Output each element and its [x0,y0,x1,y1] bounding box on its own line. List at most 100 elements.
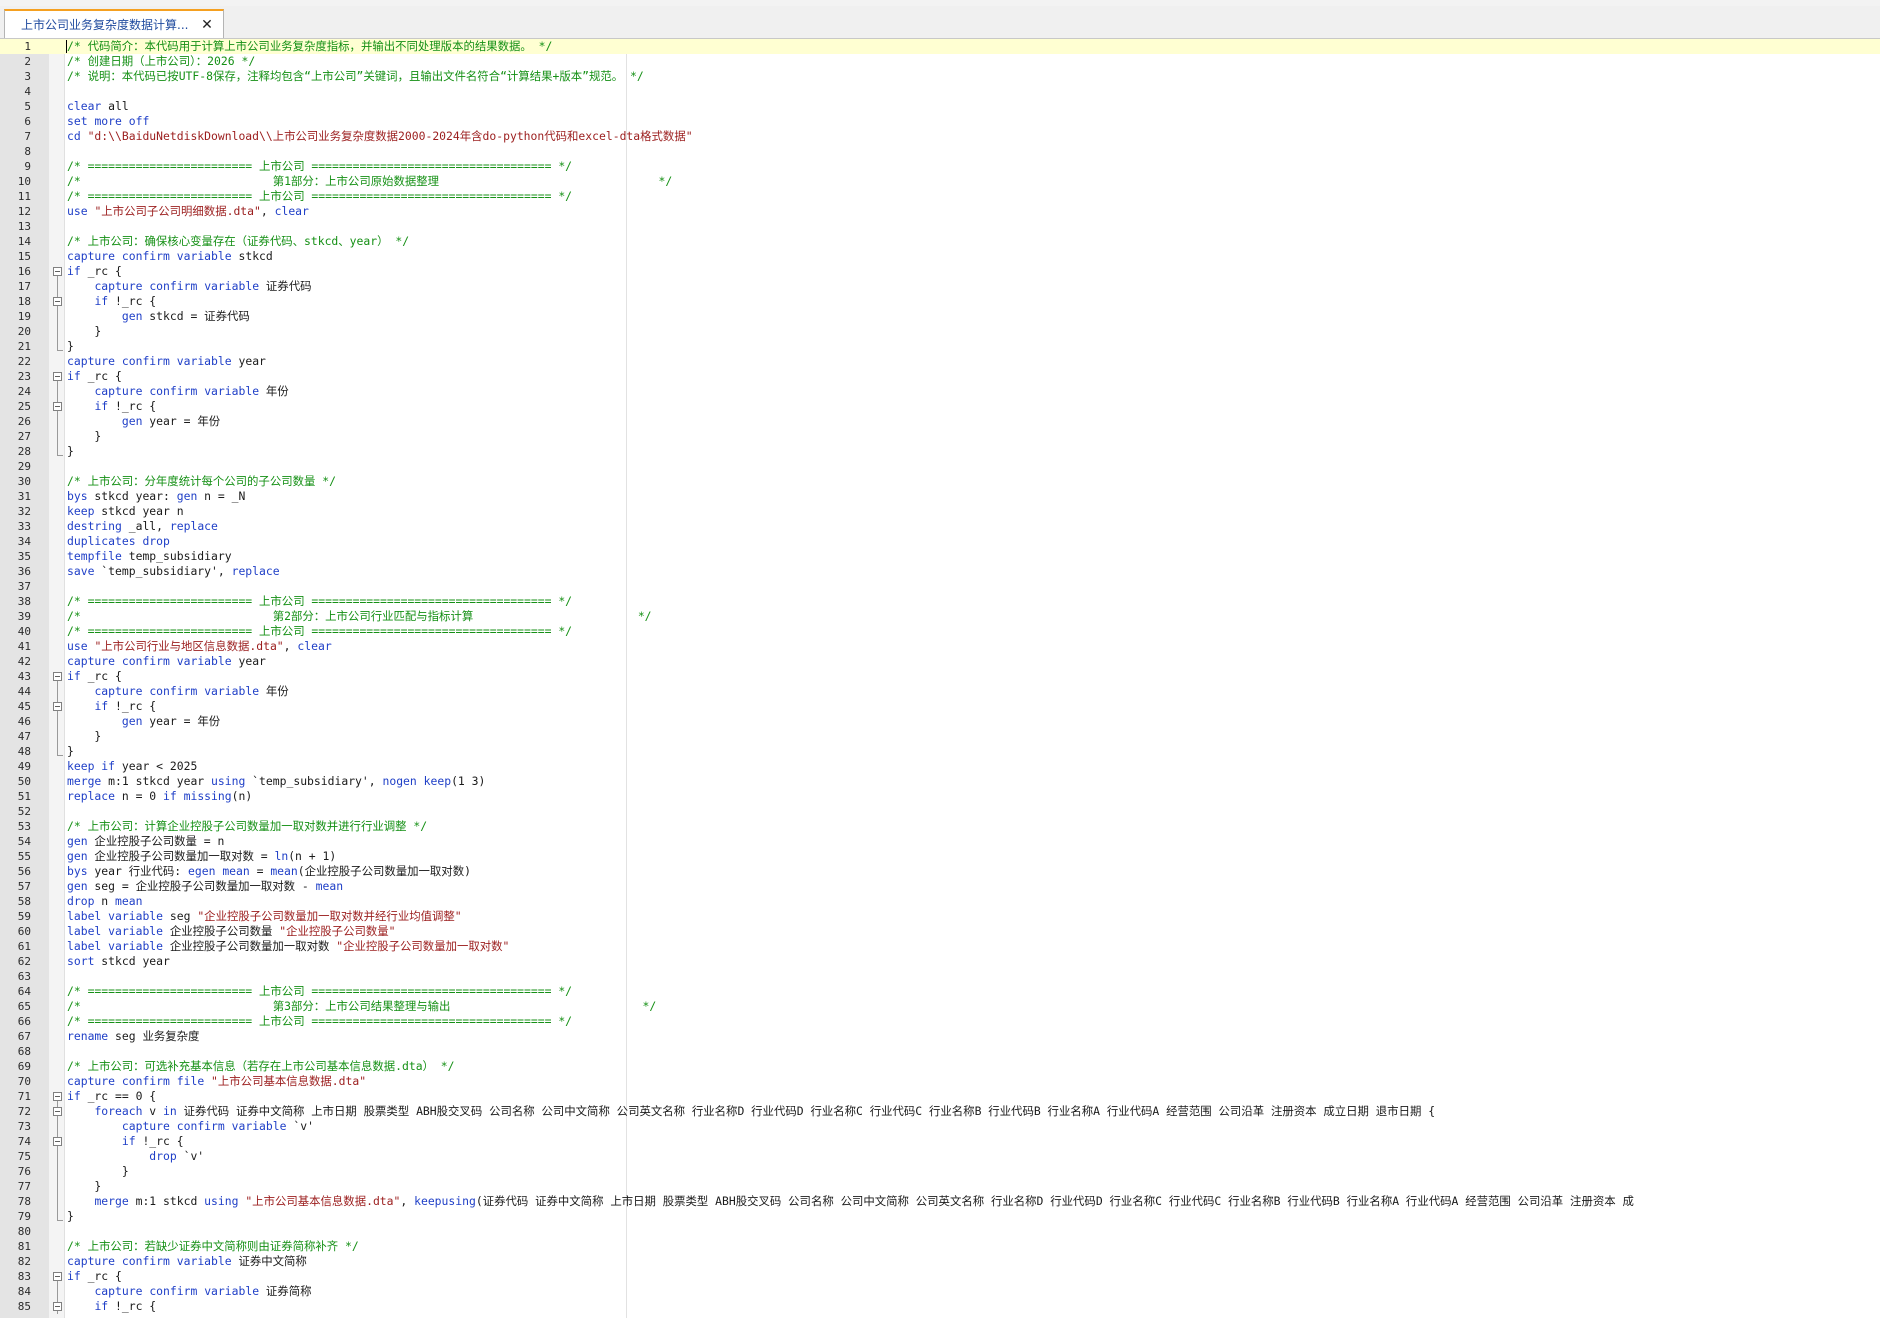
fold-toggle-icon[interactable] [53,372,62,381]
code-line[interactable]: 36 save `temp_subsidiary', replace [0,564,1880,579]
code-line[interactable]: 80 [0,1224,1880,1239]
code-line[interactable]: 29 [0,459,1880,474]
fold-toggle-icon[interactable] [53,1302,62,1311]
code-line[interactable]: 64 /* ======================== 上市公司 =====… [0,984,1880,999]
code-line[interactable]: 49 keep if year < 2025 [0,759,1880,774]
code-line[interactable]: 77 } [0,1179,1880,1194]
code-line[interactable]: 19 gen stkcd = 证券代码 [0,309,1880,324]
code-line[interactable]: 71 if _rc == 0 { [0,1089,1880,1104]
code-line[interactable]: 34 duplicates drop [0,534,1880,549]
code-line[interactable]: 32 keep stkcd year n [0,504,1880,519]
code-line[interactable]: 41 use "上市公司行业与地区信息数据.dta", clear [0,639,1880,654]
fold-toggle-icon[interactable] [53,1272,62,1281]
code-line[interactable]: 10 /* 第1部分：上市公司原始数据整理 */ [0,174,1880,189]
code-line[interactable]: 27 } [0,429,1880,444]
code-line[interactable]: 79} [0,1209,1880,1224]
code-line[interactable]: 15 capture confirm variable stkcd [0,249,1880,264]
code-line[interactable]: 66 /* ======================== 上市公司 =====… [0,1014,1880,1029]
code-line[interactable]: 51 replace n = 0 if missing(n) [0,789,1880,804]
code-line[interactable]: 52 [0,804,1880,819]
code-line[interactable]: 67 rename seg 业务复杂度 [0,1029,1880,1044]
fold-toggle-icon[interactable] [53,672,62,681]
code-line[interactable]: 60 label variable 企业控股子公司数量 "企业控股子公司数量" [0,924,1880,939]
code-line[interactable]: 56 bys year 行业代码: egen mean = mean(企业控股子公… [0,864,1880,879]
code-line[interactable]: 33 destring _all, replace [0,519,1880,534]
code-line[interactable]: 23 if _rc { [0,369,1880,384]
code-line[interactable]: 72 foreach v in 证券代码 证券中文简称 上市日期 股票类型 AB… [0,1104,1880,1119]
code-line[interactable]: 5 clear all [0,99,1880,114]
close-icon[interactable]: ✕ [199,17,215,33]
code-line[interactable]: 16 if _rc { [0,264,1880,279]
code-line[interactable]: 70 capture confirm file "上市公司基本信息数据.dta" [0,1074,1880,1089]
code-line[interactable]: 35 tempfile temp_subsidiary [0,549,1880,564]
code-line[interactable]: 55 gen 企业控股子公司数量加一取对数 = ln(n + 1) [0,849,1880,864]
fold-toggle-icon[interactable] [53,402,62,411]
code-line[interactable]: 6 set more off [0,114,1880,129]
code-line[interactable]: 37 [0,579,1880,594]
code-text: label variable seg "企业控股子公司数量加一取对数并经行业均值… [67,909,462,923]
code-line[interactable]: 11 /* ======================== 上市公司 =====… [0,189,1880,204]
code-line[interactable]: 69 /* 上市公司：可选补充基本信息（若存在上市公司基本信息数据.dta） */ [0,1059,1880,1074]
fold-toggle-icon[interactable] [53,1107,62,1116]
code-line[interactable]: 75 drop `v' [0,1149,1880,1164]
fold-toggle-icon[interactable] [53,702,62,711]
code-line[interactable]: 54 gen 企业控股子公司数量 = n [0,834,1880,849]
code-line[interactable]: 65 /* 第3部分：上市公司结果整理与输出 */ [0,999,1880,1014]
code-line[interactable]: 81 /* 上市公司：若缺少证券中文简称则由证券简称补齐 */ [0,1239,1880,1254]
code-line[interactable]: 58 drop n mean [0,894,1880,909]
code-line[interactable]: 38 /* ======================== 上市公司 =====… [0,594,1880,609]
code-line[interactable]: 63 [0,969,1880,984]
fold-toggle-icon[interactable] [53,1137,62,1146]
code-line[interactable]: 43 if _rc { [0,669,1880,684]
code-line[interactable]: 17 capture confirm variable 证券代码 [0,279,1880,294]
code-line[interactable]: 82 capture confirm variable 证券中文简称 [0,1254,1880,1269]
code-line[interactable]: 59 label variable seg "企业控股子公司数量加一取对数并经行业… [0,909,1880,924]
code-line[interactable]: 31 bys stkcd year: gen n = _N [0,489,1880,504]
code-line[interactable]: 74 if !_rc { [0,1134,1880,1149]
code-line[interactable]: 24 capture confirm variable 年份 [0,384,1880,399]
code-line[interactable]: 39 /* 第2部分：上市公司行业匹配与指标计算 */ [0,609,1880,624]
code-line[interactable]: 28} [0,444,1880,459]
code-line[interactable]: 73 capture confirm variable `v' [0,1119,1880,1134]
code-line[interactable]: 46 gen year = 年份 [0,714,1880,729]
code-line[interactable]: 53 /* 上市公司：计算企业控股子公司数量加一取对数并进行行业调整 */ [0,819,1880,834]
code-line[interactable]: 84 capture confirm variable 证券简称 [0,1284,1880,1299]
code-line[interactable]: 85 if !_rc { [0,1299,1880,1314]
code-line[interactable]: 22 capture confirm variable year [0,354,1880,369]
code-line[interactable]: 3 /* 说明：本代码已按UTF-8保存，注释均包含“上市公司”关键词，且输出文件… [0,69,1880,84]
code-line[interactable]: 83 if _rc { [0,1269,1880,1284]
code-line[interactable]: 9 /* ======================== 上市公司 ======… [0,159,1880,174]
code-editor[interactable]: 1 /* 代码简介：本代码用于计算上市公司业务复杂度指标，并输出不同处理版本的结果… [0,39,1880,1318]
code-line[interactable]: 48} [0,744,1880,759]
code-line[interactable]: 50 merge m:1 stkcd year using `temp_subsi… [0,774,1880,789]
code-line[interactable]: 76 } [0,1164,1880,1179]
code-line[interactable]: 21} [0,339,1880,354]
code-line[interactable]: 44 capture confirm variable 年份 [0,684,1880,699]
code-line[interactable]: 30 /* 上市公司：分年度统计每个公司的子公司数量 */ [0,474,1880,489]
tab-active-file[interactable]: 上市公司业务复杂度数据计算... ✕ [4,9,224,38]
code-line[interactable]: 45 if !_rc { [0,699,1880,714]
code-line[interactable]: 4 [0,84,1880,99]
code-line[interactable]: 47 } [0,729,1880,744]
code-line[interactable]: 26 gen year = 年份 [0,414,1880,429]
code-line[interactable]: 1 /* 代码简介：本代码用于计算上市公司业务复杂度指标，并输出不同处理版本的结果… [0,39,1880,54]
fold-toggle-icon[interactable] [53,1092,62,1101]
code-line[interactable]: 57 gen seg = 企业控股子公司数量加一取对数 - mean [0,879,1880,894]
code-line[interactable]: 7 cd "d:\\BaiduNetdiskDownload\\上市公司业务复杂度… [0,129,1880,144]
code-line[interactable]: 20 } [0,324,1880,339]
code-line[interactable]: 8 [0,144,1880,159]
code-line[interactable]: 61 label variable 企业控股子公司数量加一取对数 "企业控股子公司… [0,939,1880,954]
fold-toggle-icon[interactable] [53,297,62,306]
code-line[interactable]: 68 [0,1044,1880,1059]
code-line[interactable]: 13 [0,219,1880,234]
code-line[interactable]: 25 if !_rc { [0,399,1880,414]
code-line[interactable]: 62 sort stkcd year [0,954,1880,969]
fold-toggle-icon[interactable] [53,267,62,276]
code-line[interactable]: 2 /* 创建日期（上市公司）：2026 */ [0,54,1880,69]
code-line[interactable]: 18 if !_rc { [0,294,1880,309]
code-line[interactable]: 12 use "上市公司子公司明细数据.dta", clear [0,204,1880,219]
code-line[interactable]: 78 merge m:1 stkcd using "上市公司基本信息数据.dta… [0,1194,1880,1209]
code-line[interactable]: 42 capture confirm variable year [0,654,1880,669]
code-line[interactable]: 40 /* ======================== 上市公司 =====… [0,624,1880,639]
code-line[interactable]: 14 /* 上市公司：确保核心变量存在（证券代码、stkcd、year） */ [0,234,1880,249]
